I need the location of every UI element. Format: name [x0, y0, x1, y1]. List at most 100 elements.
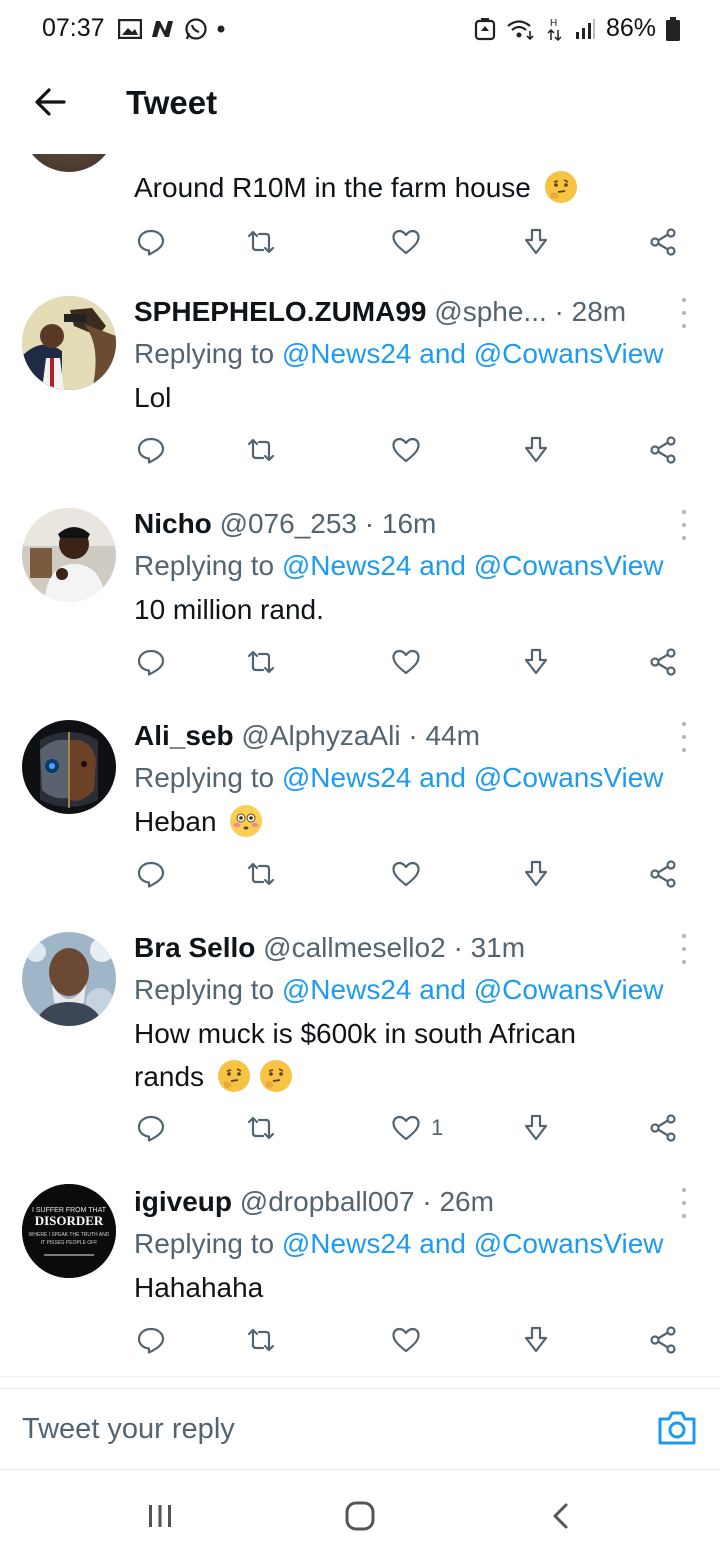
retweet-button[interactable]	[246, 642, 276, 682]
retweet-button[interactable]	[246, 854, 276, 894]
like-button[interactable]: 1	[391, 1108, 443, 1148]
tweet-actions	[136, 854, 684, 894]
tweet-item[interactable]: SPHEPHELO.ZUMA99 @sphe... · 28m Replying…	[0, 274, 720, 487]
reply-composer	[0, 1388, 720, 1470]
share-button[interactable]	[648, 222, 678, 262]
battery-saver-icon	[474, 17, 496, 40]
mention-link[interactable]: @News24	[282, 550, 412, 581]
mention-link[interactable]: @News24	[282, 974, 412, 1005]
display-name[interactable]: SPHEPHELO.ZUMA99	[134, 296, 427, 327]
like-button[interactable]	[391, 430, 421, 470]
share-button[interactable]	[648, 1108, 678, 1148]
reply-button[interactable]	[136, 1320, 166, 1360]
replies-feed[interactable]: Around R10M in the farm house SPHEPHELO.…	[0, 154, 720, 1378]
tweet-actions	[136, 430, 684, 470]
more-icon[interactable]	[672, 934, 696, 964]
like-button[interactable]	[391, 1320, 421, 1360]
separator-dot: ·	[554, 296, 564, 327]
display-name[interactable]: igiveup	[134, 1186, 232, 1217]
mention-link[interactable]: @CowansView	[474, 762, 664, 793]
like-button[interactable]	[391, 222, 421, 262]
more-icon[interactable]	[672, 722, 696, 752]
display-name[interactable]: Bra Sello	[134, 932, 255, 963]
share-button[interactable]	[648, 1320, 678, 1360]
thinking-face-icon	[545, 172, 576, 202]
share-icon	[650, 1114, 676, 1142]
tweet-item[interactable]: Ali_seb @AlphyzaAli · 44m Replying to @N…	[0, 698, 720, 911]
nav-back-button[interactable]	[542, 1496, 582, 1536]
more-icon[interactable]	[672, 298, 696, 328]
home-button[interactable]	[340, 1496, 380, 1536]
recent-apps-button[interactable]	[140, 1496, 180, 1536]
avatar[interactable]	[22, 154, 116, 172]
reply-button[interactable]	[136, 1108, 166, 1148]
download-button[interactable]	[521, 430, 551, 470]
download-button[interactable]	[521, 222, 551, 262]
retweet-button[interactable]	[246, 1320, 276, 1360]
thinking-face-icon	[260, 1061, 291, 1091]
share-button[interactable]	[648, 642, 678, 682]
user-handle[interactable]: @076_253	[220, 508, 357, 539]
tweet-item[interactable]: I SUFFER FROM THAT DISORDER WHERE I SPEA…	[0, 1164, 720, 1377]
mention-link[interactable]: @News24	[282, 1228, 412, 1259]
share-button[interactable]	[648, 854, 678, 894]
avatar[interactable]	[22, 720, 116, 814]
like-button[interactable]	[391, 642, 421, 682]
reply-icon	[137, 649, 165, 676]
download-button[interactable]	[521, 642, 551, 682]
user-handle[interactable]: @callmesello2	[263, 932, 446, 963]
reply-button[interactable]	[136, 642, 166, 682]
status-bar: 07:37 H 86%	[0, 0, 720, 56]
more-icon[interactable]	[672, 1188, 696, 1218]
retweet-button[interactable]	[246, 430, 276, 470]
reply-button[interactable]	[136, 854, 166, 894]
download-icon	[524, 436, 548, 463]
avatar[interactable]	[22, 932, 116, 1026]
download-button[interactable]	[521, 1320, 551, 1360]
share-button[interactable]	[648, 430, 678, 470]
avatar[interactable]	[22, 508, 116, 602]
battery-percent: 86%	[605, 14, 656, 42]
like-icon	[392, 861, 420, 887]
mention-link[interactable]: @News24	[282, 338, 412, 369]
display-name[interactable]: Nicho	[134, 508, 212, 539]
avatar[interactable]	[22, 296, 116, 390]
avatar[interactable]: I SUFFER FROM THAT DISORDER WHERE I SPEA…	[22, 1184, 116, 1278]
reply-button[interactable]	[136, 222, 166, 262]
mention-link[interactable]: @News24	[282, 762, 412, 793]
retweet-icon	[247, 1328, 275, 1352]
and-text: and	[419, 550, 466, 581]
dot-icon	[217, 25, 225, 33]
retweet-button[interactable]	[246, 1108, 276, 1148]
user-handle[interactable]: @AlphyzaAli	[241, 720, 400, 751]
and-text: and	[419, 974, 466, 1005]
camera-button[interactable]	[656, 1407, 698, 1449]
tweet-text-row: Heban	[134, 800, 698, 843]
like-button[interactable]	[391, 854, 421, 894]
display-name[interactable]: Ali_seb	[134, 720, 234, 751]
mention-link[interactable]: @CowansView	[474, 550, 664, 581]
back-button[interactable]	[28, 80, 72, 124]
mention-link[interactable]: @CowansView	[474, 1228, 664, 1259]
more-icon[interactable]	[672, 510, 696, 540]
mention-link[interactable]: @CowansView	[474, 974, 664, 1005]
user-handle[interactable]: @sphe...	[434, 296, 546, 327]
reply-icon	[137, 1327, 165, 1354]
user-handle[interactable]: @dropball007	[240, 1186, 415, 1217]
tweet-time: 26m	[439, 1186, 494, 1217]
tweet-item[interactable]: Nicho @076_253 · 16m Replying to @News24…	[0, 486, 720, 699]
reply-input[interactable]	[22, 1409, 622, 1449]
mention-link[interactable]: @CowansView	[474, 338, 664, 369]
download-button[interactable]	[521, 1108, 551, 1148]
tweet-item[interactable]: Around R10M in the farm house	[0, 154, 720, 275]
whatsapp-icon	[185, 18, 207, 40]
tweet-text: Lol	[134, 382, 172, 413]
retweet-button[interactable]	[246, 222, 276, 262]
page-title: Tweet	[126, 84, 218, 121]
svg-text:H: H	[550, 18, 557, 29]
retweet-icon	[247, 438, 275, 462]
tweet-item[interactable]: Bra Sello @callmesello2 · 31m Replying t…	[0, 910, 720, 1165]
reply-button[interactable]	[136, 430, 166, 470]
thinking-emoji	[544, 171, 577, 203]
download-button[interactable]	[521, 854, 551, 894]
